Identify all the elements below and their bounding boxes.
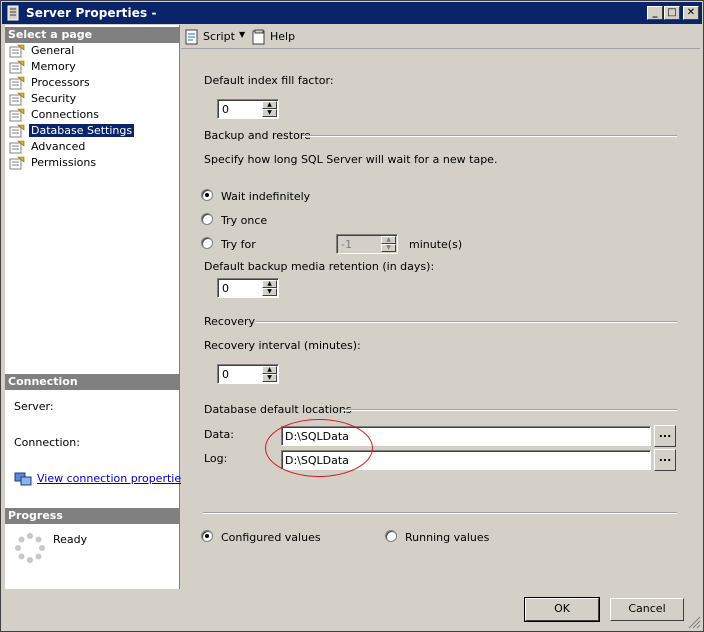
server-properties-window: Server Properties - _ □ ✕ Select a page … bbox=[0, 0, 704, 632]
page-item-label: Permissions bbox=[31, 156, 97, 169]
progress-header: Progress bbox=[5, 508, 180, 524]
data-browse-button[interactable]: ... bbox=[654, 425, 676, 447]
page-item-label: Database Settings bbox=[29, 124, 135, 137]
running-values-radio[interactable] bbox=[385, 530, 397, 542]
spin-down-icon: ▼ bbox=[381, 244, 396, 252]
close-button[interactable]: ✕ bbox=[683, 6, 699, 20]
page-item-label: Security bbox=[31, 92, 77, 105]
page-item-label: Processors bbox=[31, 76, 90, 89]
backup-restore-header: Backup and restore bbox=[204, 129, 311, 142]
running-values-label[interactable]: Running values bbox=[405, 531, 489, 544]
page-item-label: Connections bbox=[31, 108, 99, 121]
server-label: Server: bbox=[14, 400, 54, 413]
spin-down-icon[interactable]: ▼ bbox=[262, 109, 277, 117]
page-item-label: Memory bbox=[31, 60, 76, 73]
backup-restore-divider bbox=[302, 135, 677, 137]
server-properties-icon bbox=[7, 5, 19, 21]
page-item-label: Advanced bbox=[31, 140, 86, 153]
spin-down-icon[interactable]: ▼ bbox=[262, 374, 277, 382]
try-once-radio[interactable] bbox=[201, 213, 213, 225]
property-page-icon bbox=[9, 140, 25, 154]
recovery-header: Recovery bbox=[204, 315, 256, 328]
property-page-icon bbox=[9, 156, 25, 170]
try-for-radio[interactable] bbox=[201, 237, 213, 249]
db-locations-header: Database default locations bbox=[204, 403, 352, 416]
chevron-down-icon[interactable]: ▼ bbox=[239, 30, 245, 39]
select-page-header: Select a page bbox=[5, 27, 180, 43]
page-item-connections[interactable]: Connections bbox=[9, 107, 169, 123]
script-icon bbox=[185, 29, 198, 45]
title-bar[interactable]: Server Properties - _ □ ✕ bbox=[2, 2, 702, 24]
progress-spinner-icon bbox=[15, 533, 45, 563]
property-page-icon bbox=[9, 108, 25, 122]
spin-up-icon[interactable]: ▲ bbox=[262, 280, 277, 288]
page-item-processors[interactable]: Processors bbox=[9, 75, 169, 91]
highlight-ellipse bbox=[265, 419, 373, 477]
retention-spinner[interactable]: 0 ▲ ▼ bbox=[217, 278, 279, 298]
property-page-icon bbox=[9, 44, 25, 58]
help-icon bbox=[252, 29, 265, 45]
page-item-memory[interactable]: Memory bbox=[9, 59, 169, 75]
try-for-spinner: -1 ▲ ▼ bbox=[336, 234, 398, 254]
wait-indefinitely-radio[interactable] bbox=[201, 189, 213, 201]
page-item-general[interactable]: General bbox=[9, 43, 169, 59]
window-title: Server Properties - bbox=[26, 6, 157, 20]
toolbar: Script ▼ Help bbox=[181, 25, 700, 49]
log-label: Log: bbox=[204, 452, 228, 465]
wait-indefinitely-label[interactable]: Wait indefinitely bbox=[221, 190, 310, 203]
try-once-label[interactable]: Try once bbox=[221, 214, 267, 227]
db-locations-divider bbox=[342, 409, 677, 411]
page-item-permissions[interactable]: Permissions bbox=[9, 155, 169, 171]
page-item-database-settings[interactable]: Database Settings bbox=[9, 123, 169, 139]
page-item-label: General bbox=[31, 44, 75, 57]
page-item-advanced[interactable]: Advanced bbox=[9, 139, 169, 155]
try-for-label[interactable]: Try for bbox=[221, 238, 256, 251]
script-label: Script bbox=[203, 30, 235, 43]
backup-description: Specify how long SQL Server will wait fo… bbox=[204, 153, 498, 166]
help-label: Help bbox=[270, 30, 296, 43]
minimize-button[interactable]: _ bbox=[647, 6, 663, 20]
configured-values-label[interactable]: Configured values bbox=[221, 531, 321, 544]
connection-header: Connection bbox=[5, 374, 180, 390]
property-page-icon bbox=[9, 76, 25, 90]
recovery-interval-spinner[interactable]: 0 ▲ ▼ bbox=[217, 364, 279, 384]
fill-factor-spinner[interactable]: 0 ▲ ▼ bbox=[217, 99, 279, 119]
spin-up-icon[interactable]: ▲ bbox=[262, 366, 277, 374]
configured-values-radio[interactable] bbox=[201, 530, 213, 542]
spin-down-icon[interactable]: ▼ bbox=[262, 288, 277, 296]
log-browse-button[interactable]: ... bbox=[654, 449, 676, 471]
fill-factor-label: Default index fill factor: bbox=[204, 74, 334, 87]
view-connection-properties-link[interactable]: View connection properties bbox=[37, 472, 187, 485]
connection-properties-icon bbox=[14, 472, 32, 486]
minutes-unit-label: minute(s) bbox=[409, 238, 463, 251]
values-divider bbox=[203, 512, 677, 514]
page-item-security[interactable]: Security bbox=[9, 91, 169, 107]
property-page-icon bbox=[9, 60, 25, 74]
spin-up-icon[interactable]: ▲ bbox=[262, 101, 277, 109]
retention-label: Default backup media retention (in days)… bbox=[204, 260, 435, 273]
data-label: Data: bbox=[204, 428, 234, 441]
property-page-icon bbox=[9, 92, 25, 106]
recovery-interval-label: Recovery interval (minutes): bbox=[204, 339, 361, 352]
right-pane: Script ▼ Help Default index fill factor:… bbox=[181, 25, 700, 589]
cancel-button[interactable]: Cancel bbox=[610, 598, 684, 621]
resize-grip-icon[interactable] bbox=[687, 615, 701, 629]
left-pane: Select a page General Memory Processors Sec… bbox=[5, 25, 187, 589]
recovery-divider bbox=[256, 321, 677, 323]
connection-label: Connection: bbox=[14, 436, 80, 449]
property-page-icon bbox=[9, 124, 25, 138]
progress-status: Ready bbox=[53, 533, 88, 546]
maximize-button[interactable]: □ bbox=[664, 6, 680, 20]
spin-up-icon: ▲ bbox=[381, 236, 396, 244]
ok-button[interactable]: OK bbox=[524, 597, 600, 622]
